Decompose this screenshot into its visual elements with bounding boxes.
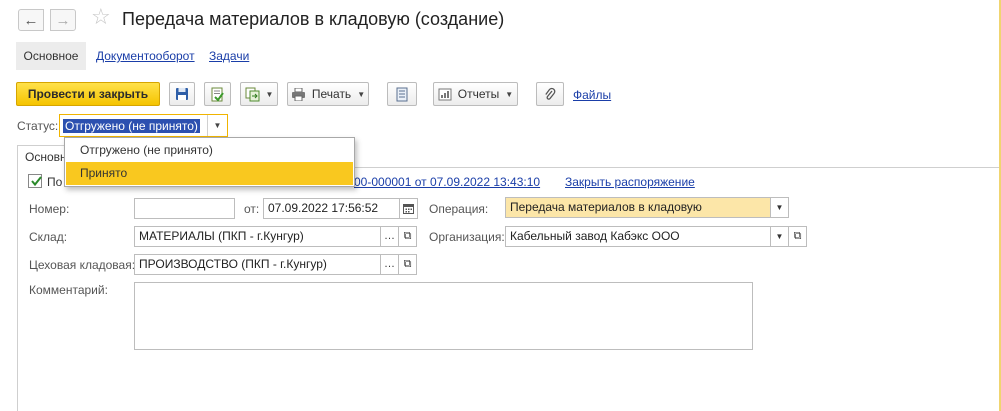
chevron-down-icon[interactable]: ▼ bbox=[207, 115, 227, 136]
status-dropdown-list: Отгружено (не принято) Принято bbox=[64, 137, 355, 187]
floppy-disk-icon bbox=[176, 88, 188, 100]
tab-tasks[interactable]: Задачи bbox=[209, 42, 249, 70]
arrow-left-icon: ← bbox=[23, 11, 39, 29]
print-button[interactable]: Печать ▼ bbox=[287, 82, 369, 106]
save-button[interactable] bbox=[169, 82, 195, 106]
warehouse-label: Склад: bbox=[29, 230, 68, 244]
status-option-accepted[interactable]: Принято bbox=[66, 162, 353, 185]
create-based-icon bbox=[245, 87, 260, 101]
organization-dropdown-button[interactable]: ▼ bbox=[770, 226, 789, 247]
reports-button-label: Отчеты bbox=[457, 87, 500, 101]
tab-basic[interactable]: Основн bbox=[17, 145, 69, 168]
forward-button[interactable]: → bbox=[50, 9, 76, 31]
open-link-icon: ⧉ bbox=[793, 230, 802, 242]
status-label: Статус: bbox=[17, 119, 59, 133]
based-on-checkbox[interactable] bbox=[28, 174, 42, 188]
operation-dropdown-button[interactable]: ▼ bbox=[770, 197, 789, 218]
warehouse-open-button[interactable]: ⧉ bbox=[398, 226, 417, 247]
chevron-down-icon: ▼ bbox=[775, 203, 784, 212]
post-button[interactable] bbox=[204, 82, 231, 106]
warehouse-field[interactable]: МАТЕРИАЛЫ (ПКП - г.Кунгур) bbox=[134, 226, 381, 247]
chevron-down-icon: ▼ bbox=[505, 89, 514, 99]
date-field[interactable]: 07.09.2022 17:56:52 bbox=[263, 198, 400, 219]
number-label: Номер: bbox=[29, 202, 70, 216]
shop-storage-label: Цеховая кладовая: bbox=[29, 258, 136, 272]
files-link[interactable]: Файлы bbox=[573, 88, 611, 102]
paperclip-icon bbox=[545, 87, 556, 100]
warehouse-select-button[interactable]: … bbox=[380, 226, 399, 247]
comment-textarea[interactable] bbox=[134, 282, 753, 350]
create-based-on-button[interactable]: ▼ bbox=[240, 82, 278, 106]
star-icon[interactable]: ☆ bbox=[91, 6, 111, 28]
post-document-icon bbox=[211, 87, 224, 102]
reports-button[interactable]: Отчеты ▼ bbox=[433, 82, 518, 106]
status-option-shipped[interactable]: Отгружено (не принято) bbox=[66, 139, 353, 162]
checkmark-icon bbox=[31, 176, 42, 187]
chevron-down-icon: ▼ bbox=[357, 89, 366, 99]
arrow-right-icon: → bbox=[55, 11, 71, 29]
attach-files-button[interactable] bbox=[536, 82, 564, 106]
structure-button[interactable] bbox=[387, 82, 417, 106]
organization-open-button[interactable]: ⧉ bbox=[788, 226, 807, 247]
post-and-close-button[interactable]: Провести и закрыть bbox=[16, 82, 160, 106]
organization-label: Организация: bbox=[429, 230, 505, 244]
tab-document-flow[interactable]: Документооборот bbox=[96, 42, 195, 70]
comment-label: Комментарий: bbox=[29, 283, 108, 297]
reports-icon bbox=[438, 88, 452, 101]
ellipsis-icon: … bbox=[384, 258, 395, 270]
chevron-down-icon: ▼ bbox=[265, 89, 274, 99]
operation-label: Операция: bbox=[429, 202, 489, 216]
print-button-label: Печать bbox=[311, 87, 352, 101]
tab-main[interactable]: Основное bbox=[16, 42, 86, 70]
number-field[interactable] bbox=[134, 198, 235, 219]
chevron-down-icon: ▼ bbox=[775, 232, 784, 241]
printer-icon bbox=[291, 87, 305, 101]
page-title: Передача материалов в кладовую (создание… bbox=[122, 9, 505, 29]
calendar-icon bbox=[403, 204, 414, 214]
operation-field[interactable]: Передача материалов в кладовую bbox=[505, 197, 771, 218]
open-link-icon: ⧉ bbox=[403, 230, 412, 242]
date-label: от: bbox=[244, 202, 260, 216]
calendar-button[interactable] bbox=[399, 198, 418, 219]
organization-field[interactable]: Кабельный завод Кабэкс ООО bbox=[505, 226, 771, 247]
based-on-label: По bbox=[47, 175, 63, 189]
status-value: Отгружено (не принято) bbox=[63, 119, 200, 133]
open-link-icon: ⧉ bbox=[403, 258, 412, 270]
close-order-link[interactable]: Закрыть распоряжение bbox=[565, 175, 695, 189]
status-select[interactable]: Отгружено (не принято) ▼ bbox=[59, 114, 228, 137]
panel-left-border bbox=[17, 145, 18, 411]
ellipsis-icon: … bbox=[384, 230, 395, 242]
basis-document-link[interactable]: 00-000001 от 07.09.2022 13:43:10 bbox=[354, 175, 540, 189]
shop-storage-open-button[interactable]: ⧉ bbox=[398, 254, 417, 275]
shop-storage-field[interactable]: ПРОИЗВОДСТВО (ПКП - г.Кунгур) bbox=[134, 254, 381, 275]
shop-storage-select-button[interactable]: … bbox=[380, 254, 399, 275]
back-button[interactable]: ← bbox=[18, 9, 44, 31]
document-list-icon bbox=[396, 87, 408, 101]
